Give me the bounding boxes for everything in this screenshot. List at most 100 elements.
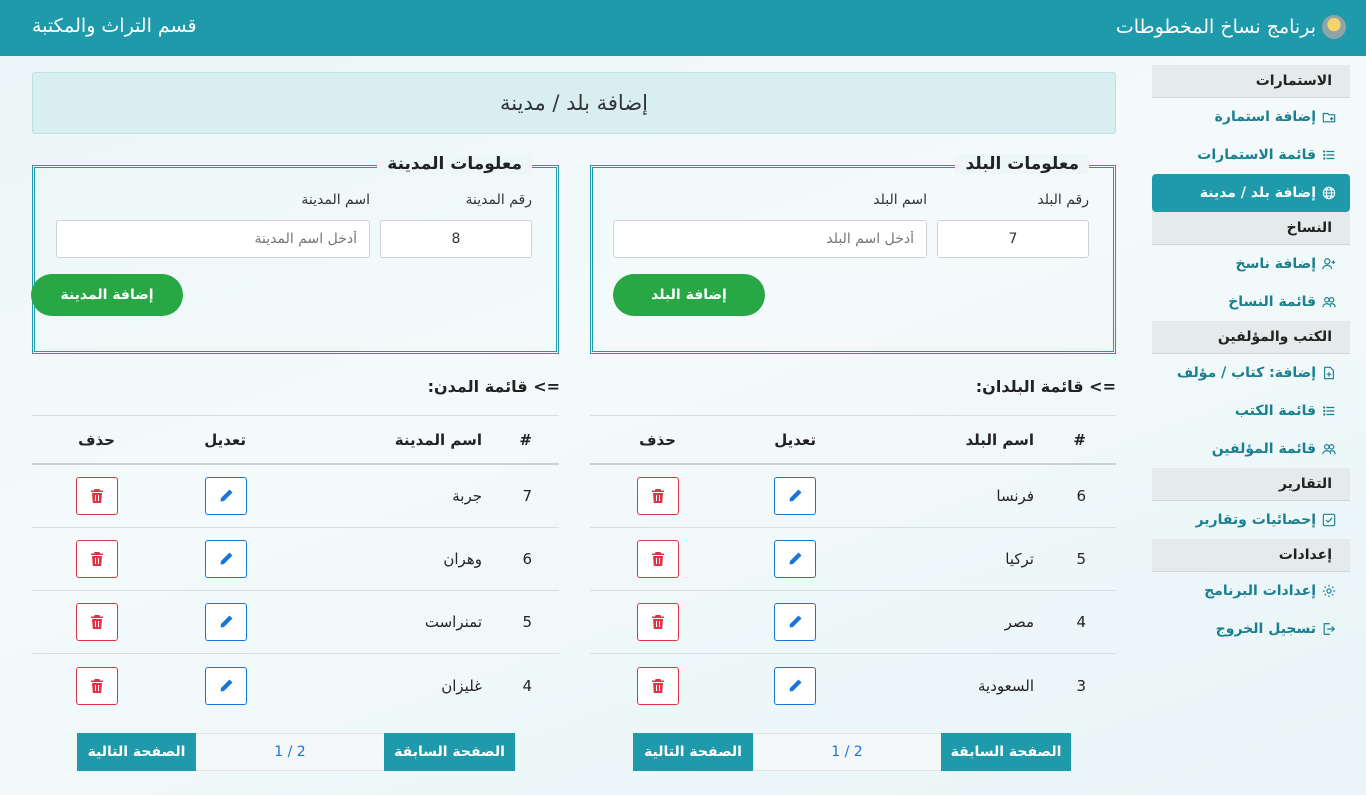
sidebar: الاستمارات إضافة استمارة قائمة الاستمارا… <box>1152 65 1350 648</box>
users-icon <box>1322 442 1336 456</box>
row-city-name: غليزان <box>441 676 482 695</box>
file-plus-icon <box>1322 366 1336 380</box>
city-info-form: معلومات المدينة رقم المدينة اسم المدينة … <box>31 154 559 354</box>
table-row: 4 مصر <box>590 591 1116 654</box>
sidebar-item-label: تسجيل الخروج <box>1215 621 1316 637</box>
sidebar-item-label: قائمة الكتب <box>1234 403 1316 419</box>
next-page-button[interactable]: الصفحة التالية <box>633 733 753 771</box>
col-delete: حذف <box>78 430 115 449</box>
sidebar-item-label: قائمة الاستمارات <box>1197 147 1316 163</box>
sidebar-item-add-book-author[interactable]: إضافة: كتاب / مؤلف <box>1152 354 1350 392</box>
sidebar-item-add-form[interactable]: إضافة استمارة <box>1152 98 1350 136</box>
row-city-name: تمنراست <box>424 613 482 631</box>
sidebar-section-forms: الاستمارات <box>1152 65 1350 98</box>
sidebar-item-label: إضافة استمارة <box>1214 109 1316 125</box>
city-form-legend: معلومات المدينة <box>377 154 532 174</box>
delete-button[interactable] <box>637 477 679 515</box>
sidebar-item-statistics[interactable]: إحصائيات وتقارير <box>1152 501 1350 539</box>
previous-page-button[interactable]: الصفحة السابقة <box>384 733 515 771</box>
sidebar-item-label: قائمة المؤلفين <box>1211 441 1316 457</box>
edit-button[interactable] <box>774 666 816 705</box>
sidebar-item-label: إعدادات البرنامج <box>1204 583 1316 599</box>
table-header: # اسم البلد تعديل حذف <box>590 415 1116 465</box>
delete-button[interactable] <box>637 540 679 578</box>
sidebar-item-label: إضافة ناسخ <box>1235 256 1317 272</box>
list-icon <box>1322 404 1336 418</box>
edit-button[interactable] <box>774 540 816 578</box>
city-number-label: رقم المدينة <box>465 192 532 208</box>
table-row: 4 غليزان <box>32 654 559 717</box>
table-row: 6 فرنسا <box>590 465 1116 528</box>
sidebar-item-authors-list[interactable]: قائمة المؤلفين <box>1152 430 1350 468</box>
country-form-legend: معلومات البلد <box>955 154 1089 174</box>
row-number: 4 <box>522 676 532 695</box>
sidebar-item-logout[interactable]: تسجيل الخروج <box>1152 610 1350 648</box>
check-square-icon <box>1322 513 1336 527</box>
app-logo-icon <box>1322 15 1346 39</box>
trash-icon <box>91 489 103 503</box>
sidebar-item-add-country-city[interactable]: إضافة بلد / مدينة <box>1152 174 1350 212</box>
row-country-name: فرنسا <box>996 487 1034 505</box>
city-number-input[interactable] <box>380 220 532 258</box>
edit-button[interactable] <box>205 477 247 515</box>
edit-button[interactable] <box>774 477 816 515</box>
page-indicator: 1 / 2 <box>753 733 941 771</box>
col-edit: تعديل <box>774 430 816 449</box>
sidebar-item-label: إضافة: كتاب / مؤلف <box>1176 365 1316 381</box>
sidebar-section-reports: التقارير <box>1152 468 1350 501</box>
sidebar-item-label: قائمة النساخ <box>1228 294 1316 310</box>
delete-button[interactable] <box>76 603 118 641</box>
table-row: 7 جربة <box>32 465 559 528</box>
edit-button[interactable] <box>205 666 247 705</box>
row-country-name: السعودية <box>977 676 1034 695</box>
app-title: برنامج نساخ المخطوطات <box>1116 15 1346 39</box>
col-country-name: اسم البلد <box>965 430 1034 449</box>
sidebar-item-books-list[interactable]: قائمة الكتب <box>1152 392 1350 430</box>
row-number: 5 <box>1076 550 1086 568</box>
delete-button[interactable] <box>637 603 679 641</box>
table-header: # اسم المدينة تعديل حذف <box>32 415 559 465</box>
sidebar-item-add-copyist[interactable]: إضافة ناسخ <box>1152 245 1350 283</box>
row-number: 3 <box>1076 676 1086 695</box>
delete-button[interactable] <box>76 666 118 705</box>
row-number: 4 <box>1076 613 1086 631</box>
row-number: 6 <box>1076 487 1086 505</box>
col-number: # <box>519 430 532 449</box>
sidebar-section-settings: إعدادات <box>1152 539 1350 572</box>
city-name-input[interactable] <box>56 220 370 258</box>
cities-pagination: الصفحة السابقة 1 / 2 الصفحة التالية <box>77 733 515 771</box>
countries-pagination: الصفحة السابقة 1 / 2 الصفحة التالية <box>633 733 1071 771</box>
sidebar-item-copyists-list[interactable]: قائمة النساخ <box>1152 283 1350 321</box>
countries-list-title: => قائمة البلدان: <box>975 377 1116 396</box>
pencil-icon <box>789 615 802 628</box>
department-title: قسم التراث والمكتبة <box>32 15 197 37</box>
edit-button[interactable] <box>205 540 247 578</box>
col-delete: حذف <box>639 430 676 449</box>
row-country-name: تركيا <box>1005 550 1034 568</box>
table-row: 5 تمنراست <box>32 591 559 654</box>
previous-page-button[interactable]: الصفحة السابقة <box>941 733 1071 771</box>
country-number-input[interactable] <box>937 220 1089 258</box>
cities-table: # اسم المدينة تعديل حذف 7 جربة 6 وهران 5… <box>32 415 559 717</box>
add-city-button[interactable]: إضافة المدينة <box>31 274 183 316</box>
sidebar-item-label: إضافة بلد / مدينة <box>1199 185 1316 201</box>
country-name-input[interactable] <box>613 220 927 258</box>
sidebar-item-app-settings[interactable]: إعدادات البرنامج <box>1152 572 1350 610</box>
edit-button[interactable] <box>205 603 247 641</box>
page-indicator: 1 / 2 <box>196 733 384 771</box>
globe-icon <box>1322 186 1336 200</box>
app-title-text: برنامج نساخ المخطوطات <box>1115 16 1316 38</box>
delete-button[interactable] <box>76 540 118 578</box>
sidebar-item-forms-list[interactable]: قائمة الاستمارات <box>1152 136 1350 174</box>
add-country-button[interactable]: إضافة البلد <box>613 274 765 316</box>
next-page-button[interactable]: الصفحة التالية <box>77 733 196 771</box>
table-row: 3 السعودية <box>590 654 1116 717</box>
edit-button[interactable] <box>774 603 816 641</box>
delete-button[interactable] <box>76 477 118 515</box>
col-edit: تعديل <box>204 430 246 449</box>
trash-icon <box>91 678 103 693</box>
col-number: # <box>1073 430 1086 449</box>
list-icon <box>1322 148 1336 162</box>
delete-button[interactable] <box>637 666 679 705</box>
pencil-icon <box>220 615 233 628</box>
